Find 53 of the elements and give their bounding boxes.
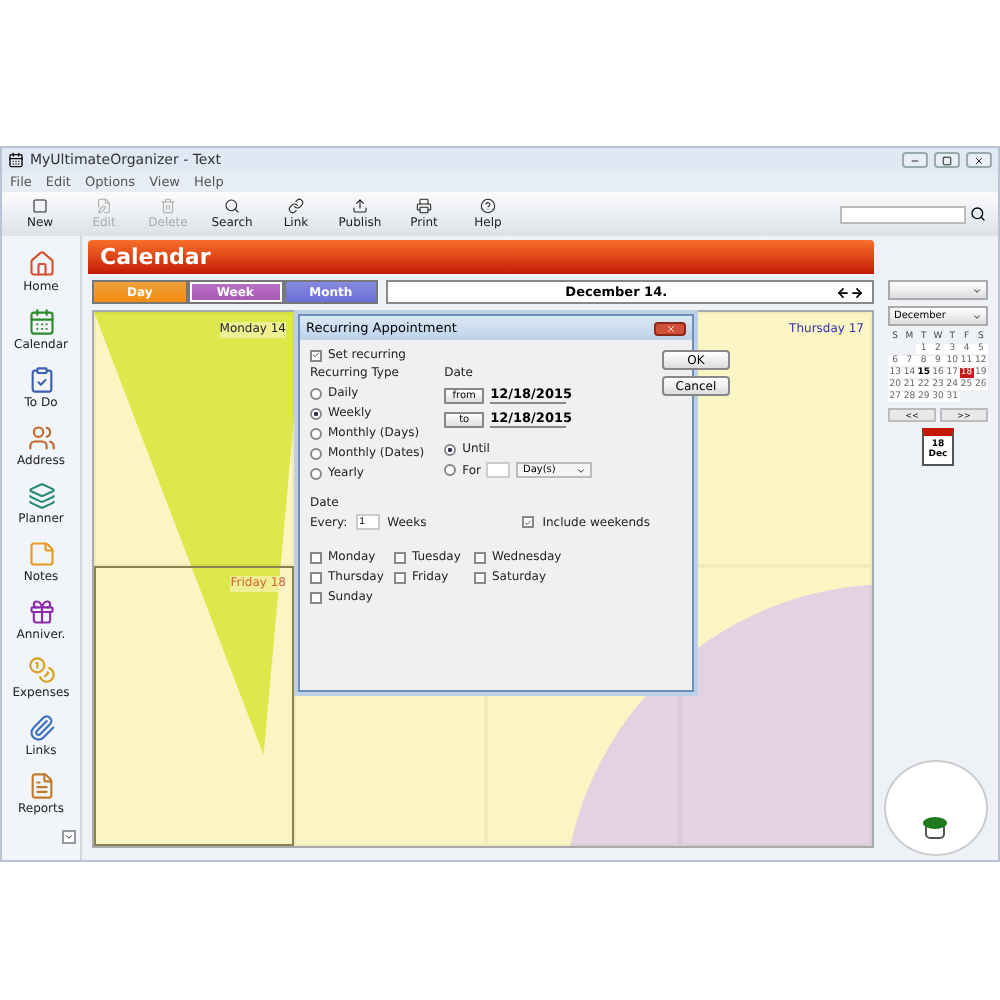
house-icon [27,249,55,277]
calendar-icon [27,307,55,335]
radio-button[interactable] [444,443,457,455]
clipboard-icon [27,365,55,393]
coins-icon [27,655,55,683]
checkbox[interactable] [522,516,535,528]
radio-button[interactable] [310,447,322,459]
checkbox[interactable] [310,349,322,361]
maximize-button[interactable] [934,152,960,168]
link-icon [288,198,304,214]
radio-button[interactable] [310,467,322,479]
help-icon [480,198,496,214]
radio-button[interactable] [310,427,322,439]
search-icon [224,198,240,214]
search-icon[interactable] [970,206,986,222]
close-button[interactable] [654,321,686,335]
new-icon [32,198,48,214]
app-icon [8,152,24,168]
layers-icon [27,481,55,509]
note-icon [27,539,55,567]
upload-icon [352,198,368,214]
radio-button[interactable] [310,407,322,419]
scroll-button[interactable] [62,830,76,844]
caret-icon [972,285,982,295]
close-button[interactable] [966,152,992,168]
caret-icon [972,311,982,321]
calendar-header: Calendar [88,240,874,274]
next-arrow-icon[interactable] [849,285,864,299]
checkbox[interactable] [310,591,322,603]
minimize-button[interactable] [902,152,928,168]
checkbox[interactable] [474,571,486,583]
search-field[interactable] [840,205,966,223]
maximize-icon [942,155,952,165]
trash-icon [160,198,176,214]
count-field[interactable] [486,462,511,478]
printer-icon [416,198,432,214]
radio-button[interactable] [310,387,322,399]
checkbox[interactable] [310,551,322,563]
radio-button[interactable] [444,464,457,476]
checkbox[interactable] [474,551,486,563]
caret-icon [576,465,587,475]
minimize-icon [910,155,920,165]
report-icon [27,771,55,799]
cup-icon [922,816,950,840]
gift-icon [27,597,55,625]
people-icon [27,423,55,451]
pen-icon [96,198,112,214]
checkbox[interactable] [394,571,406,583]
checkbox[interactable] [394,551,406,563]
dropdown[interactable] [888,280,988,300]
checkbox[interactable] [310,571,322,583]
paperclip-icon [27,713,55,741]
previous-arrow-icon[interactable] [835,285,850,299]
